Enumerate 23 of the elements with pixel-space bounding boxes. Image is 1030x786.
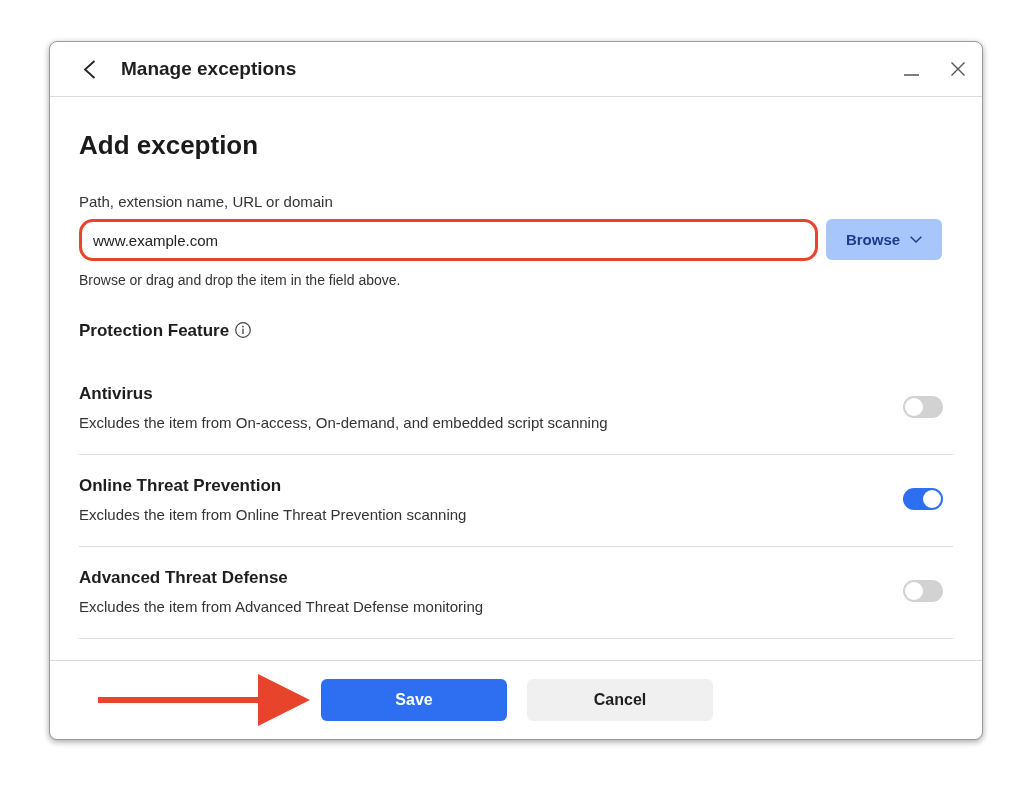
- caret-icon: [910, 236, 923, 244]
- toggle-switch[interactable]: [903, 396, 943, 419]
- close-icon[interactable]: [951, 62, 965, 77]
- feature-name: Online Threat Prevention: [79, 475, 283, 498]
- feature-description: Excludes the item from On-access, On-demand, and embedded script scanning: [79, 413, 609, 434]
- toggle-switch[interactable]: [903, 580, 943, 603]
- feature-description: Excludes the item from Online Threat Prevention scanning: [79, 505, 468, 526]
- section-heading: Protection Feature: [79, 321, 230, 342]
- window-title: Manage exceptions: [121, 58, 297, 81]
- field-label: Path, extension name, URL or domain: [79, 192, 334, 213]
- page-heading: Add exception: [79, 129, 260, 162]
- toggle-switch[interactable]: [903, 488, 943, 511]
- path-input[interactable]: www.example.com: [79, 219, 818, 262]
- back-icon[interactable]: [83, 59, 96, 79]
- feature-description: Excludes the item from Advanced Threat Defense monitoring: [79, 597, 485, 618]
- minimize-icon[interactable]: [904, 74, 919, 77]
- save-button[interactable]: Save: [321, 679, 507, 722]
- cancel-button[interactable]: Cancel: [527, 679, 713, 722]
- feature-name: Antivirus: [79, 383, 154, 406]
- feature-name: Advanced Threat Defense: [79, 567, 289, 590]
- field-hint: Browse or drag and drop the item in the field above.: [79, 271, 402, 290]
- info-icon[interactable]: [235, 321, 252, 338]
- browse-button[interactable]: Browse: [826, 219, 942, 261]
